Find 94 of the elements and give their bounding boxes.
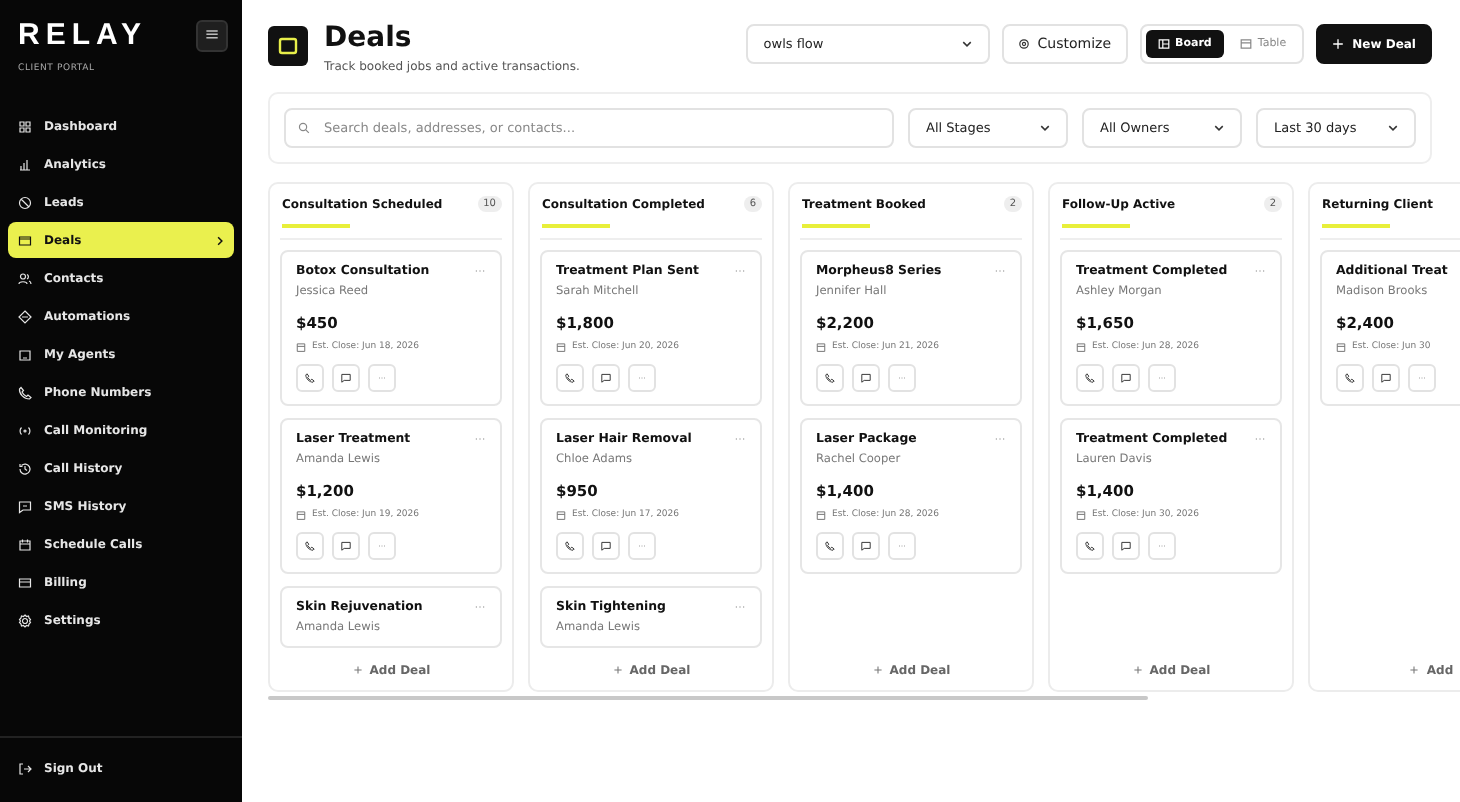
phone-icon [1084, 372, 1096, 384]
nav-icon [18, 157, 32, 171]
message-icon [1120, 372, 1132, 384]
message-button[interactable] [592, 364, 620, 392]
horizontal-scrollbar[interactable] [268, 696, 1148, 700]
message-button[interactable] [852, 532, 880, 560]
message-button[interactable] [592, 532, 620, 560]
nav-icon [18, 347, 32, 361]
ellipsis-icon [1416, 372, 1428, 384]
page-title: Deals [324, 24, 414, 54]
board-icon [1157, 38, 1170, 50]
nav-icon [18, 499, 32, 513]
calendar-icon [816, 342, 826, 352]
phone-icon [1084, 540, 1096, 552]
column-underline [542, 224, 610, 228]
call-button[interactable] [816, 532, 844, 560]
calendar-icon [1336, 342, 1346, 352]
call-button[interactable] [1336, 364, 1364, 392]
ellipsis-icon [1156, 372, 1168, 384]
ellipsis-icon [896, 540, 908, 552]
call-button[interactable] [556, 364, 584, 392]
calendar-icon [556, 510, 566, 520]
chevron-icon [216, 235, 224, 245]
nav-icon [18, 575, 32, 589]
ellipsis-icon [376, 540, 388, 552]
call-button[interactable] [556, 532, 584, 560]
plus-icon [1131, 664, 1144, 676]
phone-icon [304, 540, 316, 552]
calendar-icon [296, 510, 306, 520]
message-icon [600, 372, 612, 384]
message-icon [340, 540, 352, 552]
ellipsis-icon [896, 372, 908, 384]
nav-icon [18, 537, 32, 551]
menu-button[interactable]: ≡ [196, 19, 228, 51]
search-icon [298, 122, 310, 134]
nav-icon [18, 271, 32, 285]
call-button[interactable] [296, 364, 324, 392]
message-icon [600, 540, 612, 552]
message-button[interactable] [1112, 364, 1140, 392]
ellipsis-icon [636, 540, 648, 552]
message-button[interactable] [852, 364, 880, 392]
call-button[interactable] [296, 532, 324, 560]
nav-icon [18, 385, 32, 399]
caret-icon [1214, 124, 1224, 132]
column-underline [1322, 224, 1390, 228]
message-icon [1380, 372, 1392, 384]
message-button[interactable] [1372, 364, 1400, 392]
message-icon [860, 540, 872, 552]
nav-icon [18, 613, 32, 627]
nav-icon [18, 119, 32, 133]
message-button[interactable] [332, 364, 360, 392]
ellipsis-icon [636, 372, 648, 384]
message-button[interactable] [332, 532, 360, 560]
message-icon [340, 372, 352, 384]
caret-icon [1388, 124, 1398, 132]
plus-icon [351, 664, 364, 676]
plus-icon [611, 664, 624, 676]
caret-icon [1040, 124, 1050, 132]
message-button[interactable] [1112, 532, 1140, 560]
nav-icon [18, 461, 32, 475]
call-button[interactable] [1076, 364, 1104, 392]
nav-icon [18, 309, 32, 323]
phone-icon [824, 372, 836, 384]
call-button[interactable] [816, 364, 844, 392]
calendar-icon [556, 342, 566, 352]
call-button[interactable] [1076, 532, 1104, 560]
nav-icon [18, 195, 32, 209]
phone-icon [824, 540, 836, 552]
wallet-icon [268, 26, 308, 66]
caret-icon [961, 40, 972, 48]
message-icon [1120, 540, 1132, 552]
ellipsis-icon [1156, 540, 1168, 552]
sign-out-icon [18, 761, 32, 775]
phone-icon [304, 372, 316, 384]
plus-icon [1408, 664, 1421, 676]
calendar-icon [296, 342, 306, 352]
phone-icon [564, 540, 576, 552]
calendar-icon [816, 510, 826, 520]
column-underline [282, 224, 350, 228]
gear-icon [1017, 38, 1030, 50]
plus-icon [871, 664, 884, 676]
nav-icon [18, 233, 32, 247]
column-underline [802, 224, 870, 228]
phone-icon [564, 372, 576, 384]
message-icon [860, 372, 872, 384]
nav-icon [18, 423, 32, 437]
phone-icon [1344, 372, 1356, 384]
ellipsis-icon [376, 372, 388, 384]
logo: RELAY [18, 18, 147, 52]
column-underline [1062, 224, 1130, 228]
table-icon [1239, 38, 1252, 50]
plus-icon [1332, 38, 1345, 50]
calendar-icon [1076, 510, 1086, 520]
calendar-icon [1076, 342, 1086, 352]
